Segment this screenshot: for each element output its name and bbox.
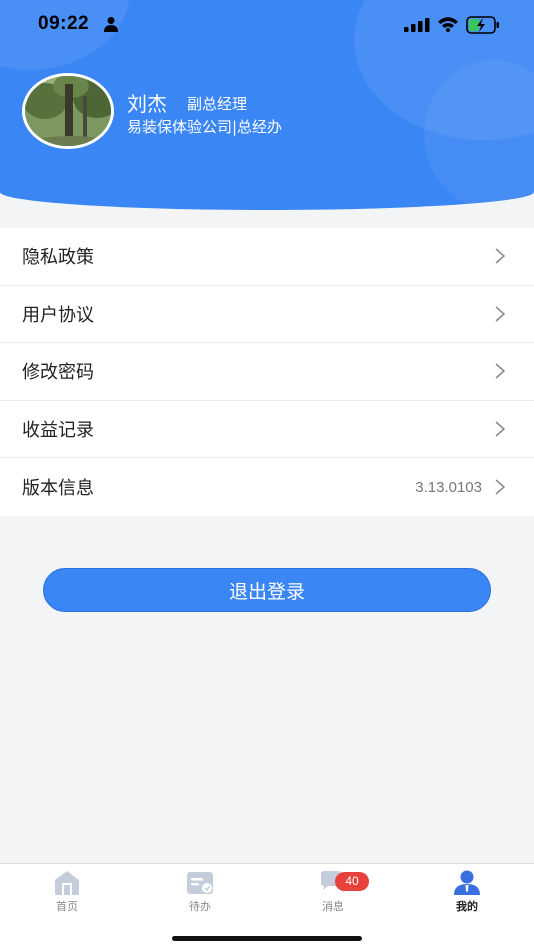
menu-item-label: 收益记录 [22,420,94,442]
tab-messages[interactable]: 40 消息 [293,870,373,918]
status-time: 09:22 [38,13,90,34]
menu-item-label: 修改密码 [22,362,94,384]
chevron-right-icon [495,306,506,322]
tab-label: 我的 [456,900,478,913]
tab-mine[interactable]: 我的 [427,870,507,918]
settings-menu: 隐私政策 用户协议 修改密码 收益记录 版本信息 3.13.0103 [0,228,534,516]
tab-label: 首页 [56,900,78,913]
wifi-icon [438,17,458,32]
todo-icon [187,872,213,894]
user-name: 刘杰 [127,92,167,116]
menu-item-label: 用户协议 [22,304,94,326]
chevron-right-icon [495,248,506,264]
tab-label: 待办 [189,900,211,913]
menu-item-privacy-policy[interactable]: 隐私政策 [0,228,534,286]
home-icon [55,871,79,895]
signal-icon [404,18,430,32]
user-organization: 易装保体验公司|总经办 [127,118,283,136]
tab-todo[interactable]: 待办 [160,870,240,918]
menu-item-label: 版本信息 [22,478,94,500]
home-indicator [172,936,362,941]
chevron-right-icon [495,363,506,380]
chevron-right-icon [495,421,506,437]
status-bar: 09:22 [0,0,534,50]
menu-item-change-password[interactable]: 修改密码 [0,343,534,401]
menu-item-version-info[interactable]: 版本信息 3.13.0103 [0,458,534,516]
logout-button[interactable]: 退出登录 [43,568,491,612]
unread-badge: 40 [335,872,369,891]
tab-home[interactable]: 首页 [27,870,107,918]
tab-label: 消息 [322,900,344,913]
person-icon [104,17,118,32]
avatar[interactable] [22,73,114,149]
menu-item-earnings-record[interactable]: 收益记录 [0,401,534,459]
menu-item-label: 隐私政策 [22,247,94,269]
version-number: 3.13.0103 [415,478,482,496]
menu-item-user-agreement[interactable]: 用户协议 [0,286,534,344]
profile-icon [454,870,480,895]
chevron-right-icon [495,479,506,495]
user-role: 副总经理 [187,95,248,113]
battery-charging-icon [466,16,499,34]
